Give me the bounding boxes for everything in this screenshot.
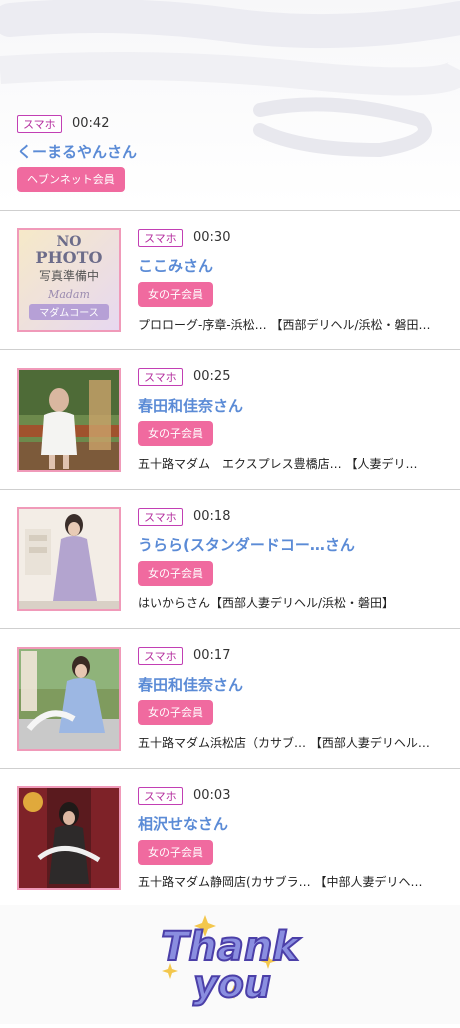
profile-photo[interactable] xyxy=(17,507,121,611)
photo-image xyxy=(19,509,119,609)
footer-banner: Thank you xyxy=(0,905,460,1024)
thank-you-graphic: Thank you xyxy=(160,915,302,1007)
divider xyxy=(0,210,460,211)
visitor-name[interactable]: 相沢せなさん xyxy=(138,813,228,834)
device-tag: スマホ xyxy=(17,115,62,133)
photo-image xyxy=(19,370,119,470)
photo-text-photo: PHOTO xyxy=(36,248,103,267)
shop-name[interactable]: はいからさん【西部人妻デリヘル/浜松・磐田】 xyxy=(138,594,443,611)
visit-time: 00:42 xyxy=(72,116,110,131)
visitor-name[interactable]: くーまるやんさん xyxy=(17,141,137,162)
device-tag: スマホ xyxy=(138,647,183,665)
photo-image xyxy=(19,788,119,888)
no-photo-placeholder: NO PHOTO 写真準備中 Madam マダムコース xyxy=(19,230,119,330)
photo-text-course: マダムコース xyxy=(39,306,99,319)
divider xyxy=(0,628,460,629)
photo-text-script: Madam xyxy=(47,288,90,301)
member-badge: ヘブンネット会員 xyxy=(17,167,125,192)
member-badge: 女の子会員 xyxy=(138,700,213,725)
member-badge: 女の子会員 xyxy=(138,421,213,446)
profile-photo[interactable] xyxy=(17,368,121,472)
divider xyxy=(0,768,460,769)
visitor-name[interactable]: 春田和佳奈さん xyxy=(138,674,243,695)
visitor-name[interactable]: 春田和佳奈さん xyxy=(138,395,243,416)
profile-photo[interactable] xyxy=(17,647,121,751)
shop-name[interactable]: 五十路マダム浜松店（カサブ… 【西部人妻デリヘル… xyxy=(138,734,443,751)
member-badge: 女の子会員 xyxy=(138,561,213,586)
shop-name[interactable]: プロローグ-序章-浜松… 【西部デリヘル/浜松・磐田… xyxy=(138,316,443,333)
visit-time: 00:30 xyxy=(193,230,231,245)
photo-image xyxy=(19,649,119,749)
thank-you-text-line2: you xyxy=(193,962,271,1006)
profile-photo[interactable] xyxy=(17,786,121,890)
device-tag: スマホ xyxy=(138,508,183,526)
shop-name[interactable]: 五十路マダム エクスプレス豊橋店… 【人妻デリ… xyxy=(138,455,443,472)
device-tag: スマホ xyxy=(138,229,183,247)
visit-time: 00:18 xyxy=(193,509,231,524)
member-badge: 女の子会員 xyxy=(138,840,213,865)
visit-time: 00:25 xyxy=(193,369,231,384)
visitor-name[interactable]: うらら(スタンダードコー…さん xyxy=(138,534,355,555)
device-tag: スマホ xyxy=(138,368,183,386)
visitor-name[interactable]: ここみさん xyxy=(138,255,213,276)
divider xyxy=(0,489,460,490)
profile-photo[interactable]: NO PHOTO 写真準備中 Madam マダムコース xyxy=(17,228,121,332)
visit-time: 00:17 xyxy=(193,648,231,663)
divider xyxy=(0,349,460,350)
visit-time: 00:03 xyxy=(193,788,231,803)
photo-text-preparing: 写真準備中 xyxy=(39,268,99,283)
device-tag: スマホ xyxy=(138,787,183,805)
member-badge: 女の子会員 xyxy=(138,282,213,307)
shop-name[interactable]: 五十路マダム静岡店(カサブラ… 【中部人妻デリヘ… xyxy=(138,873,443,890)
